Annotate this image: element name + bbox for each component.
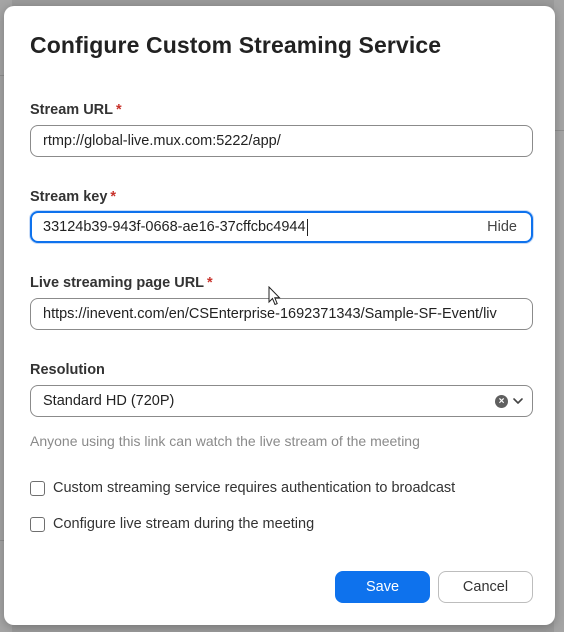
cancel-button[interactable]: Cancel — [438, 571, 533, 603]
hide-key-button[interactable]: Hide — [487, 213, 517, 241]
stream-key-text: 33124b39-943f-0668-ae16-37cffcbc4944 — [43, 219, 306, 235]
stream-url-label-text: Stream URL — [30, 102, 113, 118]
live-page-url-label: Live streaming page URL * — [30, 275, 213, 291]
configure-streaming-dialog: Configure Custom Streaming Service Strea… — [4, 6, 555, 625]
resolution-select[interactable]: Standard HD (720P) × — [30, 385, 533, 417]
dialog-title: Configure Custom Streaming Service — [30, 32, 442, 58]
background-right-edge — [554, 0, 564, 632]
required-mark: * — [110, 189, 117, 205]
configure-during-option[interactable]: Configure live stream during the meeting — [30, 516, 314, 532]
save-button[interactable]: Save — [335, 571, 430, 603]
chevron-down-icon[interactable] — [512, 395, 524, 407]
clear-circle-icon[interactable]: × — [495, 395, 508, 408]
resolution-hint: Anyone using this link can watch the liv… — [30, 433, 420, 449]
stream-key-label-text: Stream key — [30, 189, 108, 205]
configure-during-checkbox[interactable] — [30, 516, 45, 532]
required-mark: * — [207, 275, 213, 291]
live-page-url-label-text: Live streaming page URL — [30, 275, 205, 291]
stream-url-value: rtmp://global-live.mux.com:5222/app/ — [43, 133, 281, 149]
stream-key-input[interactable]: 33124b39-943f-0668-ae16-37cffcbc4944 Hid… — [30, 211, 533, 243]
mouse-pointer-icon — [268, 286, 281, 306]
auth-required-option[interactable]: Custom streaming service requires authen… — [30, 480, 455, 496]
stream-key-value: 33124b39-943f-0668-ae16-37cffcbc4944 — [43, 213, 308, 241]
configure-during-label: Configure live stream during the meeting — [53, 516, 315, 532]
resolution-value: Standard HD (720P) — [43, 393, 175, 409]
text-caret — [306, 218, 308, 236]
stream-url-input[interactable]: rtmp://global-live.mux.com:5222/app/ — [30, 125, 533, 157]
auth-required-label: Custom streaming service requires authen… — [53, 480, 456, 496]
required-mark: * — [116, 102, 122, 118]
stream-url-label: Stream URL * — [30, 102, 122, 118]
resolution-label: Resolution — [30, 362, 105, 378]
background-divider — [554, 130, 564, 131]
auth-required-checkbox[interactable] — [30, 480, 45, 496]
stream-key-label: Stream key * — [30, 189, 116, 205]
